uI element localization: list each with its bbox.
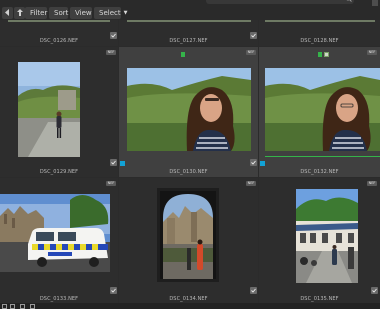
photo-thumbnail bbox=[0, 194, 110, 272]
arrow-up-icon bbox=[16, 9, 23, 16]
checkmark-icon bbox=[111, 160, 116, 165]
file-name: DSC_0135.NEF bbox=[300, 296, 339, 302]
grid-cell-dsc-0135[interactable]: NEF DSC_0135.NEF bbox=[259, 178, 380, 303]
sort-button[interactable]: Sort▼ bbox=[49, 7, 75, 19]
photo-thumbnail bbox=[18, 62, 80, 157]
label-icon bbox=[324, 52, 329, 57]
back-button[interactable] bbox=[2, 7, 13, 19]
search-field[interactable] bbox=[206, 0, 354, 4]
compare-icon[interactable] bbox=[30, 304, 35, 309]
file-name: DSC_0130.NEF bbox=[169, 169, 208, 175]
format-badge: NEF bbox=[246, 181, 256, 186]
bottom-toolbar bbox=[0, 303, 380, 309]
file-name: DSC_0134.NEF bbox=[169, 296, 208, 302]
file-name: DSC_0132.NEF bbox=[300, 169, 339, 175]
file-name: DSC_0129.NEF bbox=[39, 169, 79, 175]
photo-thumbnail bbox=[157, 188, 219, 282]
flag-icon bbox=[318, 52, 322, 57]
sort-label: Sort bbox=[54, 9, 69, 17]
photo-thumbnail bbox=[8, 20, 110, 22]
photo-thumbnail bbox=[127, 20, 251, 22]
select-label: Select bbox=[99, 9, 121, 17]
grid-cell-dsc-0134[interactable]: NEF DSC_0134.NEF bbox=[119, 178, 258, 303]
photo-thumbnail bbox=[127, 68, 251, 151]
checkmark-icon bbox=[372, 288, 377, 293]
filter-label: Filter bbox=[30, 9, 48, 17]
photo-thumbnail bbox=[296, 189, 358, 283]
file-name: DSC_0133.NEF bbox=[39, 296, 79, 302]
grid-cell-dsc-0133[interactable]: NEF DSC_0133.NEF bbox=[0, 178, 118, 303]
grid-cell-dsc-0132[interactable]: NEF DSC_0132.NEF bbox=[259, 47, 380, 177]
grid-cell-dsc-0129[interactable]: NEF DSC_0129.NEF bbox=[0, 47, 118, 177]
checkmark-icon bbox=[251, 288, 256, 293]
format-badge: NEF bbox=[367, 181, 377, 186]
grid-cell-dsc-0126[interactable]: DSC_0126.NEF bbox=[0, 20, 118, 46]
progress-bar bbox=[265, 156, 380, 157]
list-view-icon[interactable] bbox=[10, 304, 15, 309]
checkbox[interactable] bbox=[250, 32, 257, 39]
checkbox[interactable] bbox=[110, 32, 117, 39]
checkmark-icon bbox=[111, 33, 116, 38]
flag-icon bbox=[181, 52, 185, 57]
menu-icon[interactable] bbox=[371, 0, 379, 6]
selection-indicator bbox=[260, 161, 265, 166]
search-icon bbox=[346, 0, 352, 2]
upload-button[interactable] bbox=[14, 7, 25, 19]
file-name: DSC_0126.NEF bbox=[39, 38, 79, 44]
view-label: View bbox=[75, 9, 92, 17]
checkbox[interactable] bbox=[110, 287, 117, 294]
select-button[interactable]: Select ▼ bbox=[94, 7, 127, 19]
checkmark-icon bbox=[111, 288, 116, 293]
grid-cell-dsc-0130[interactable]: NEF DSC_0130.NEF bbox=[119, 47, 258, 177]
format-badge: NEF bbox=[367, 50, 377, 55]
filter-button[interactable]: Filter▼ bbox=[25, 7, 54, 19]
toolbar: Filter▼ Sort▼ View▼ Select▼ bbox=[0, 0, 380, 20]
grid-cell-dsc-0128[interactable]: DSC_0128.NEF bbox=[259, 20, 380, 46]
photo-thumbnail bbox=[265, 68, 380, 151]
chevron-down-icon: ▼ bbox=[123, 10, 128, 16]
format-badge: NEF bbox=[106, 181, 116, 186]
format-badge: NEF bbox=[106, 50, 116, 55]
filmstrip-icon[interactable] bbox=[20, 304, 25, 309]
grid-cell-dsc-0127[interactable]: DSC_0127.NEF bbox=[119, 20, 258, 46]
checkbox[interactable] bbox=[250, 287, 257, 294]
grid-view-icon[interactable] bbox=[2, 304, 7, 309]
photo-thumbnail bbox=[265, 20, 375, 22]
file-name: DSC_0127.NEF bbox=[169, 38, 208, 44]
checkbox[interactable] bbox=[371, 287, 378, 294]
checkbox[interactable] bbox=[250, 159, 257, 166]
checkmark-icon bbox=[251, 33, 256, 38]
format-badge: NEF bbox=[246, 50, 256, 55]
file-name: DSC_0128.NEF bbox=[300, 38, 339, 44]
view-button[interactable]: View▼ bbox=[70, 7, 98, 19]
checkmark-icon bbox=[251, 160, 256, 165]
checkbox[interactable] bbox=[110, 159, 117, 166]
arrow-left-icon bbox=[4, 9, 9, 16]
selection-indicator bbox=[120, 161, 125, 166]
